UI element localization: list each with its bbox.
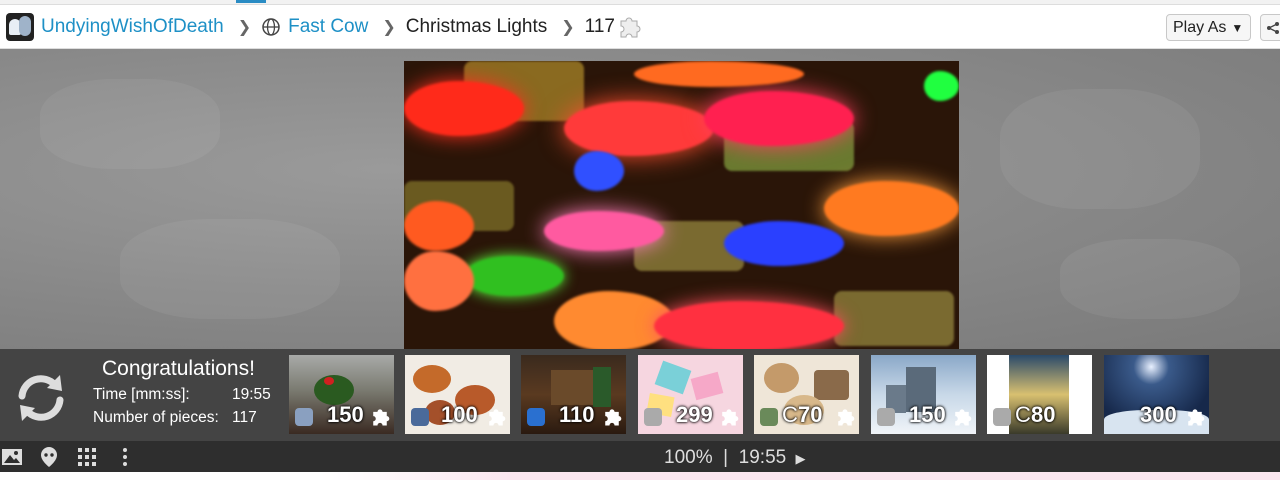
suggestion-piece-count: 300 <box>1140 402 1177 427</box>
user-icon <box>993 408 1011 426</box>
puzzle-piece-icon <box>722 409 739 426</box>
puzzle-piece-icon <box>838 409 855 426</box>
suggestion-piece-count: 299 <box>676 402 713 427</box>
suggestion-thumb[interactable]: 300 <box>1104 355 1209 434</box>
zoom-level: 100% <box>664 447 713 468</box>
image-icon[interactable] <box>1 446 23 468</box>
puzzle-board <box>0 49 1280 349</box>
suggestion-piece-count: 110 <box>559 402 595 427</box>
play-as-label: Play As <box>1173 18 1227 36</box>
time-value: 19:55 <box>232 386 271 403</box>
user-icon <box>877 408 895 426</box>
heart-icon <box>527 408 545 426</box>
header-bar: UndyingWishOfDeath ❯ Fast Cow ❯ Christma… <box>0 5 1280 49</box>
tab-indicator <box>236 0 266 3</box>
play-icon[interactable]: ▶ <box>796 451 806 466</box>
congratulations-title: Congratulations! <box>102 357 255 380</box>
breadcrumb-puzzle-title: Christmas Lights <box>405 15 548 37</box>
suggestion-piece-count: 80 <box>1031 402 1056 427</box>
chevron-right-icon: ❯ <box>237 18 252 36</box>
puzzle-piece-icon <box>1188 409 1205 426</box>
suggestion-piece-count: 70 <box>798 402 823 427</box>
puzzle-piece-icon <box>605 409 622 426</box>
completion-panel: Congratulations! Time [mm:ss]: 19:55 Num… <box>0 349 1280 441</box>
suggestion-thumb[interactable]: 110 <box>521 355 626 434</box>
timer: 19:55 <box>738 447 787 468</box>
rotate-icon <box>644 408 662 426</box>
suggestion-piece-count: 150 <box>327 402 364 427</box>
suggestion-thumb[interactable]: C 70 <box>754 355 859 434</box>
breadcrumb-user[interactable]: UndyingWishOfDeath <box>41 16 224 38</box>
caret-down-icon: ▼ <box>1231 20 1244 35</box>
bottom-toolbar: 100% | 19:55 ▶ <box>0 441 1280 472</box>
pieces-value: 117 <box>232 409 257 426</box>
suggestion-thumb[interactable]: 150 <box>289 355 394 434</box>
chevron-right-icon: ❯ <box>561 18 575 36</box>
completed-puzzle-image <box>404 61 959 349</box>
globe-icon <box>262 17 280 36</box>
puzzle-piece-icon <box>620 17 641 37</box>
suggestion-prefix: C <box>1015 402 1031 427</box>
ghost-image-icon[interactable] <box>38 446 60 468</box>
page-footer-strip <box>0 472 1280 480</box>
breadcrumb-category[interactable]: Fast Cow <box>288 16 368 38</box>
status-readout: 100% | 19:55 ▶ <box>664 447 806 469</box>
more-menu-icon[interactable] <box>114 446 136 468</box>
grid-icon[interactable] <box>76 446 98 468</box>
user-avatar[interactable] <box>6 12 34 41</box>
suggestion-piece-count: 150 <box>909 402 946 427</box>
puzzle-piece-icon <box>1071 409 1088 426</box>
puzzle-piece-icon <box>955 409 972 426</box>
puzzle-piece-icon <box>373 409 390 426</box>
frame-icon <box>760 408 778 426</box>
status-separator: | <box>723 447 729 468</box>
share-button[interactable] <box>1260 14 1280 41</box>
refresh-icon[interactable] <box>12 369 70 427</box>
piece-count: 117 <box>584 15 615 37</box>
suggestion-thumb[interactable]: C 80 <box>987 355 1092 434</box>
suggestion-thumb[interactable]: 100 <box>405 355 510 434</box>
pieces-label: Number of pieces: <box>93 409 219 426</box>
time-label: Time [mm:ss]: <box>93 386 190 403</box>
suggestion-piece-count: 100 <box>441 402 478 427</box>
user-icon <box>295 408 313 426</box>
gear-icon <box>411 408 429 426</box>
share-icon <box>1267 21 1279 34</box>
suggestion-thumb[interactable]: 299 <box>638 355 743 434</box>
play-as-dropdown[interactable]: Play As ▼ <box>1166 14 1251 41</box>
suggestion-prefix: C <box>782 402 798 427</box>
suggestion-thumb[interactable]: 150 <box>871 355 976 434</box>
chevron-right-icon: ❯ <box>382 18 396 36</box>
puzzle-piece-icon <box>489 409 506 426</box>
